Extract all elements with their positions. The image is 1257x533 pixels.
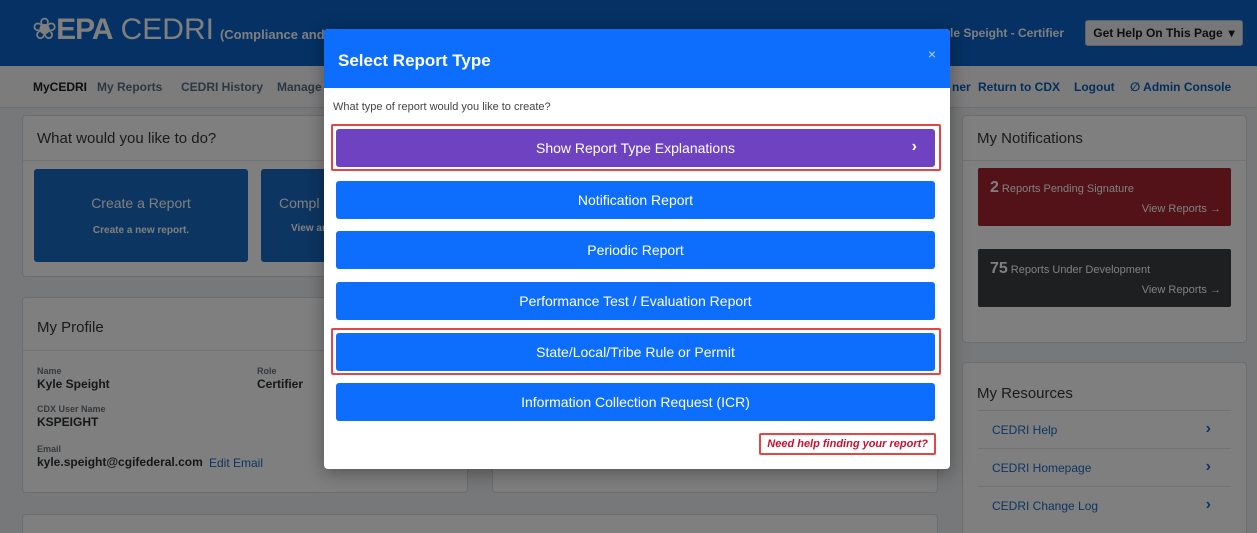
performance-test-report-button[interactable]: Performance Test / Evaluation Report: [336, 282, 935, 320]
select-report-type-modal: Select Report Type × What type of report…: [324, 29, 950, 469]
periodic-report-button[interactable]: Periodic Report: [336, 231, 935, 269]
modal-header: Select Report Type ×: [324, 29, 950, 88]
modal-title: Select Report Type: [338, 51, 491, 70]
icr-report-button[interactable]: Information Collection Request (ICR): [336, 383, 935, 421]
notification-report-button[interactable]: Notification Report: [336, 181, 935, 219]
show-explanations-button[interactable]: Show Report Type Explanations ›: [336, 129, 935, 167]
need-help-finding-link[interactable]: Need help finding your report?: [759, 433, 936, 455]
close-icon[interactable]: ×: [928, 46, 936, 62]
state-local-tribe-button[interactable]: State/Local/Tribe Rule or Permit: [336, 333, 935, 371]
show-explanations-label: Show Report Type Explanations: [536, 140, 735, 156]
chevron-right-icon: ›: [911, 138, 917, 155]
modal-question: What type of report would you like to cr…: [333, 101, 551, 113]
